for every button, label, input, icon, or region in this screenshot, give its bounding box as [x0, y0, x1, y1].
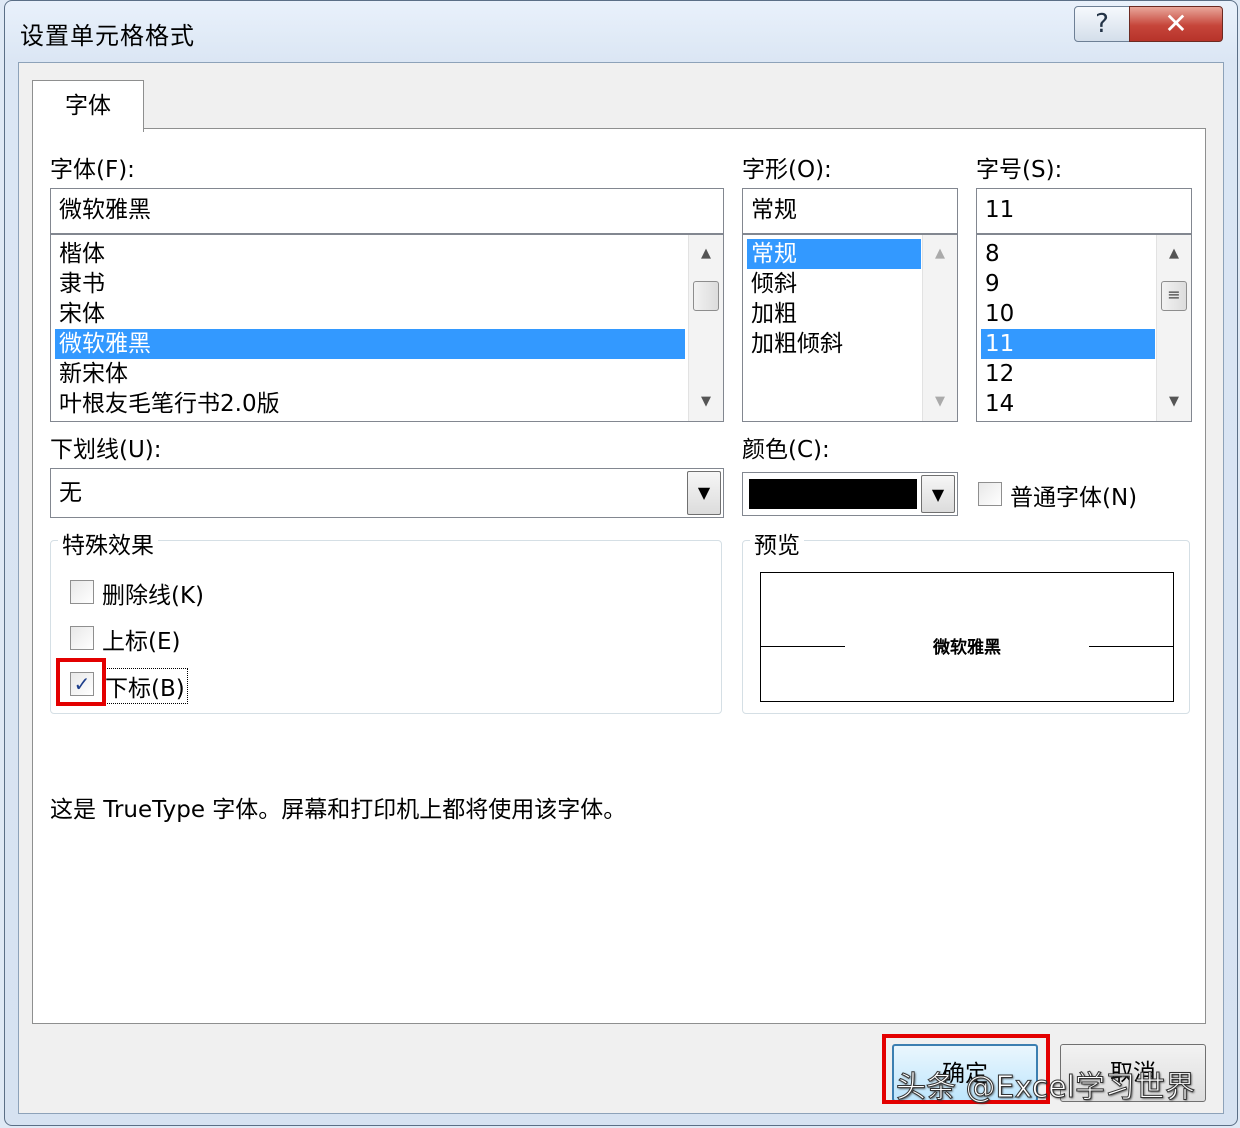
font-input[interactable]: 微软雅黑: [50, 188, 724, 234]
superscript-checkbox[interactable]: [70, 626, 94, 650]
superscript-label[interactable]: 上标(E): [102, 622, 180, 656]
size-list-item[interactable]: 12: [981, 359, 1155, 389]
font-list-item[interactable]: 楷体: [55, 239, 685, 269]
size-label: 字号(S):: [976, 157, 1063, 183]
chevron-down-icon[interactable]: ▼: [687, 471, 721, 515]
size-list-item[interactable]: 10: [981, 299, 1155, 329]
underline-label: 下划线(U):: [50, 437, 162, 463]
color-label: 颜色(C):: [742, 437, 830, 463]
size-scroll-thumb[interactable]: ≡: [1161, 281, 1187, 311]
chevron-down-icon[interactable]: ▼: [921, 475, 955, 513]
close-button[interactable]: ✕: [1129, 6, 1223, 42]
info-text: 这是 TrueType 字体。屏幕和打印机上都将使用该字体。: [50, 797, 627, 823]
down-arrow-icon[interactable]: ▼: [923, 387, 957, 417]
style-scrollbar[interactable]: ▲ ▼: [922, 235, 957, 421]
color-combobox[interactable]: ▼: [742, 472, 958, 516]
font-list-item-selected[interactable]: 微软雅黑: [55, 329, 685, 359]
font-scroll-thumb[interactable]: [693, 281, 719, 311]
style-listbox[interactable]: 常规 倾斜 加粗 加粗倾斜 ▲ ▼: [742, 234, 958, 422]
normal-font-label[interactable]: 普通字体(N): [1010, 478, 1137, 512]
strikethrough-label[interactable]: 删除线(K): [102, 576, 204, 610]
font-list-item[interactable]: 宋体: [55, 299, 685, 329]
style-label: 字形(O):: [742, 157, 832, 183]
style-list-item[interactable]: 加粗倾斜: [747, 329, 921, 359]
strikethrough-checkbox[interactable]: [70, 580, 94, 604]
underline-value: 无: [59, 480, 82, 506]
size-list-item-selected[interactable]: 11: [981, 329, 1155, 359]
effects-group-title: 特殊效果: [58, 526, 158, 560]
size-list-item[interactable]: 9: [981, 269, 1155, 299]
size-scrollbar[interactable]: ▲ ≡ ▼: [1156, 235, 1191, 421]
size-list-item[interactable]: 14: [981, 389, 1155, 419]
subscript-label[interactable]: 下标(B): [102, 668, 188, 704]
size-input[interactable]: 11: [976, 188, 1192, 234]
font-listbox[interactable]: 楷体 隶书 宋体 微软雅黑 新宋体 叶根友毛笔行书2.0版 ▲ ▼: [50, 234, 724, 422]
up-arrow-icon[interactable]: ▲: [923, 239, 957, 269]
preview-group-title: 预览: [750, 526, 804, 560]
size-listbox[interactable]: 8 9 10 11 12 14 ▲ ≡ ▼: [976, 234, 1192, 422]
style-list-item-selected[interactable]: 常规: [747, 239, 921, 269]
up-arrow-icon[interactable]: ▲: [689, 239, 723, 269]
dialog-title: 设置单元格格式: [20, 22, 195, 50]
down-arrow-icon[interactable]: ▼: [1157, 387, 1191, 417]
tab-font[interactable]: 字体: [32, 80, 144, 132]
size-list-item[interactable]: 8: [981, 239, 1155, 269]
underline-combobox[interactable]: 无 ▼: [50, 468, 724, 518]
font-list-item[interactable]: 新宋体: [55, 359, 685, 389]
style-list-item[interactable]: 倾斜: [747, 269, 921, 299]
style-input[interactable]: 常规: [742, 188, 958, 234]
watermark-text: 头条 @Excel学习世界: [895, 1070, 1196, 1106]
highlight-box-subscript: [56, 658, 106, 706]
preview-area: 微软雅黑: [760, 572, 1174, 702]
preview-sample: 微软雅黑: [933, 638, 1001, 658]
help-button[interactable]: ?: [1074, 6, 1130, 42]
font-scrollbar[interactable]: ▲ ▼: [688, 235, 723, 421]
font-list-item[interactable]: 叶根友毛笔行书2.0版: [55, 389, 685, 419]
style-list-item[interactable]: 加粗: [747, 299, 921, 329]
font-label: 字体(F):: [50, 157, 135, 183]
down-arrow-icon[interactable]: ▼: [689, 387, 723, 417]
font-list-item[interactable]: 隶书: [55, 269, 685, 299]
color-swatch: [749, 479, 917, 509]
normal-font-checkbox[interactable]: [978, 482, 1002, 506]
up-arrow-icon[interactable]: ▲: [1157, 239, 1191, 269]
